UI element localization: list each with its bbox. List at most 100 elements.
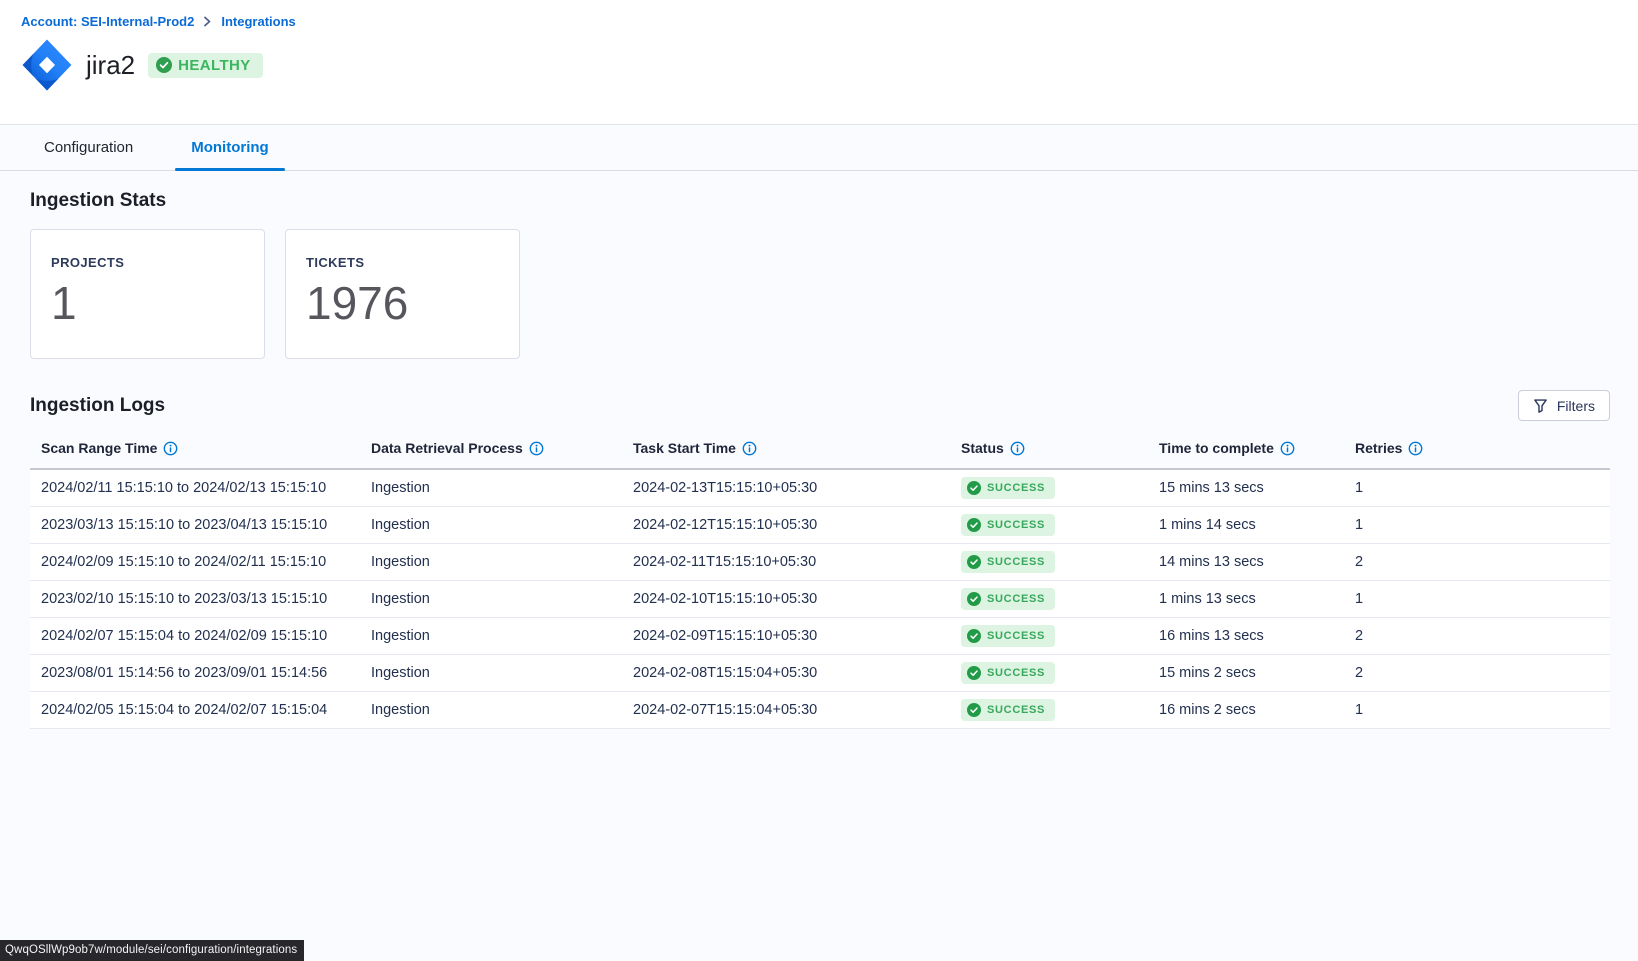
cell-data-retrieval-process: Ingestion: [360, 543, 622, 580]
info-icon[interactable]: [742, 441, 757, 456]
tab-bar: Configuration Monitoring: [0, 125, 1638, 171]
cell-time-to-complete: 1 mins 13 secs: [1148, 580, 1344, 617]
info-icon[interactable]: [1408, 441, 1423, 456]
table-row: 2023/03/13 15:15:10 to 2023/04/13 15:15:…: [30, 506, 1610, 543]
integration-name: jira2: [86, 50, 135, 81]
status-badge: SUCCESS: [961, 662, 1055, 684]
column-header-data-retrieval-process: Data Retrieval Process: [360, 434, 622, 469]
table-row: 2024/02/07 15:15:04 to 2024/02/09 15:15:…: [30, 617, 1610, 654]
status-badge: SUCCESS: [961, 588, 1055, 610]
main-content: Configuration Monitoring Ingestion Stats…: [0, 125, 1638, 961]
status-label: SUCCESS: [987, 482, 1045, 494]
ingestion-logs-header: Ingestion Logs Filters: [30, 390, 1610, 421]
status-label: SUCCESS: [987, 519, 1045, 531]
info-icon[interactable]: [163, 441, 178, 456]
page-header: Account: SEI-Internal-Prod2 Integrations: [0, 0, 1638, 125]
ingestion-logs-table: Scan Range Time Data Retrieval Process Tas…: [30, 434, 1610, 729]
cell-task-start-time: 2024-02-11T15:15:10+05:30: [622, 543, 950, 580]
cell-scan-range-time: 2023/03/13 15:15:10 to 2023/04/13 15:15:…: [30, 506, 360, 543]
filter-icon: [1533, 398, 1548, 414]
status-badge: SUCCESS: [961, 514, 1055, 536]
table-header-row: Scan Range Time Data Retrieval Process Tas…: [30, 434, 1610, 469]
check-circle-icon: [967, 703, 981, 717]
cell-status: SUCCESS: [950, 506, 1148, 543]
cell-retries: 1: [1344, 506, 1610, 543]
status-badge: SUCCESS: [961, 551, 1055, 573]
column-label: Data Retrieval Process: [371, 440, 523, 456]
column-label: Scan Range Time: [41, 440, 157, 456]
ingestion-stats-heading: Ingestion Stats: [30, 190, 1610, 212]
cell-time-to-complete: 16 mins 2 secs: [1148, 691, 1344, 728]
tab-monitoring[interactable]: Monitoring: [175, 125, 284, 170]
breadcrumb-integrations-link[interactable]: Integrations: [221, 14, 295, 29]
check-circle-icon: [967, 555, 981, 569]
status-label: SUCCESS: [987, 704, 1045, 716]
status-label: SUCCESS: [987, 556, 1045, 568]
jira-logo: [21, 38, 73, 92]
column-label: Task Start Time: [633, 440, 736, 456]
stat-card-tickets: TICKETS 1976: [285, 229, 520, 359]
cell-retries: 2: [1344, 543, 1610, 580]
cell-status: SUCCESS: [950, 469, 1148, 506]
column-header-task-start-time: Task Start Time: [622, 434, 950, 469]
cell-retries: 2: [1344, 654, 1610, 691]
filters-button-label: Filters: [1557, 398, 1595, 414]
table-row: 2024/02/05 15:15:04 to 2024/02/07 15:15:…: [30, 691, 1610, 728]
stat-label: TICKETS: [306, 255, 499, 270]
cell-time-to-complete: 16 mins 13 secs: [1148, 617, 1344, 654]
table-row: 2024/02/11 15:15:10 to 2024/02/13 15:15:…: [30, 469, 1610, 506]
info-icon[interactable]: [1010, 441, 1025, 456]
cell-scan-range-time: 2024/02/11 15:15:10 to 2024/02/13 15:15:…: [30, 469, 360, 506]
check-circle-icon: [967, 481, 981, 495]
cell-status: SUCCESS: [950, 617, 1148, 654]
cell-data-retrieval-process: Ingestion: [360, 580, 622, 617]
cell-time-to-complete: 15 mins 2 secs: [1148, 654, 1344, 691]
cell-status: SUCCESS: [950, 654, 1148, 691]
check-circle-icon: [967, 592, 981, 606]
column-label: Retries: [1355, 440, 1402, 456]
status-label: SUCCESS: [987, 667, 1045, 679]
info-icon[interactable]: [1280, 441, 1295, 456]
cell-retries: 1: [1344, 691, 1610, 728]
filters-button[interactable]: Filters: [1518, 390, 1610, 421]
cell-scan-range-time: 2024/02/07 15:15:04 to 2024/02/09 15:15:…: [30, 617, 360, 654]
cell-data-retrieval-process: Ingestion: [360, 617, 622, 654]
chevron-right-icon: [203, 16, 212, 27]
stat-card-projects: PROJECTS 1: [30, 229, 265, 359]
monitoring-panel: Ingestion Stats PROJECTS 1 TICKETS 1976 …: [0, 171, 1638, 729]
health-status-badge: HEALTHY: [148, 53, 263, 78]
cell-scan-range-time: 2023/02/10 15:15:10 to 2023/03/13 15:15:…: [30, 580, 360, 617]
cell-data-retrieval-process: Ingestion: [360, 691, 622, 728]
table-row: 2023/02/10 15:15:10 to 2023/03/13 15:15:…: [30, 580, 1610, 617]
table-row: 2023/08/01 15:14:56 to 2023/09/01 15:14:…: [30, 654, 1610, 691]
table-body: 2024/02/11 15:15:10 to 2024/02/13 15:15:…: [30, 469, 1610, 728]
info-icon[interactable]: [529, 441, 544, 456]
cell-data-retrieval-process: Ingestion: [360, 469, 622, 506]
cell-retries: 1: [1344, 580, 1610, 617]
column-label: Status: [961, 440, 1004, 456]
cell-data-retrieval-process: Ingestion: [360, 506, 622, 543]
cell-scan-range-time: 2024/02/09 15:15:10 to 2024/02/11 15:15:…: [30, 543, 360, 580]
health-status-label: HEALTHY: [178, 57, 251, 74]
cell-time-to-complete: 15 mins 13 secs: [1148, 469, 1344, 506]
table-row: 2024/02/09 15:15:10 to 2024/02/11 15:15:…: [30, 543, 1610, 580]
check-circle-icon: [967, 666, 981, 680]
check-circle-icon: [967, 629, 981, 643]
cell-task-start-time: 2024-02-08T15:15:04+05:30: [622, 654, 950, 691]
column-header-status: Status: [950, 434, 1148, 469]
cell-task-start-time: 2024-02-13T15:15:10+05:30: [622, 469, 950, 506]
breadcrumb-account-link[interactable]: Account: SEI-Internal-Prod2: [21, 14, 194, 29]
column-header-time-to-complete: Time to complete: [1148, 434, 1344, 469]
cell-data-retrieval-process: Ingestion: [360, 654, 622, 691]
status-label: SUCCESS: [987, 593, 1045, 605]
cell-task-start-time: 2024-02-07T15:15:04+05:30: [622, 691, 950, 728]
column-header-scan-range-time: Scan Range Time: [30, 434, 360, 469]
tab-configuration[interactable]: Configuration: [28, 125, 149, 170]
cell-scan-range-time: 2024/02/05 15:15:04 to 2024/02/07 15:15:…: [30, 691, 360, 728]
cell-status: SUCCESS: [950, 691, 1148, 728]
cell-task-start-time: 2024-02-09T15:15:10+05:30: [622, 617, 950, 654]
check-circle-icon: [156, 57, 172, 73]
stat-value: 1976: [306, 280, 499, 326]
check-circle-icon: [967, 518, 981, 532]
cell-time-to-complete: 14 mins 13 secs: [1148, 543, 1344, 580]
